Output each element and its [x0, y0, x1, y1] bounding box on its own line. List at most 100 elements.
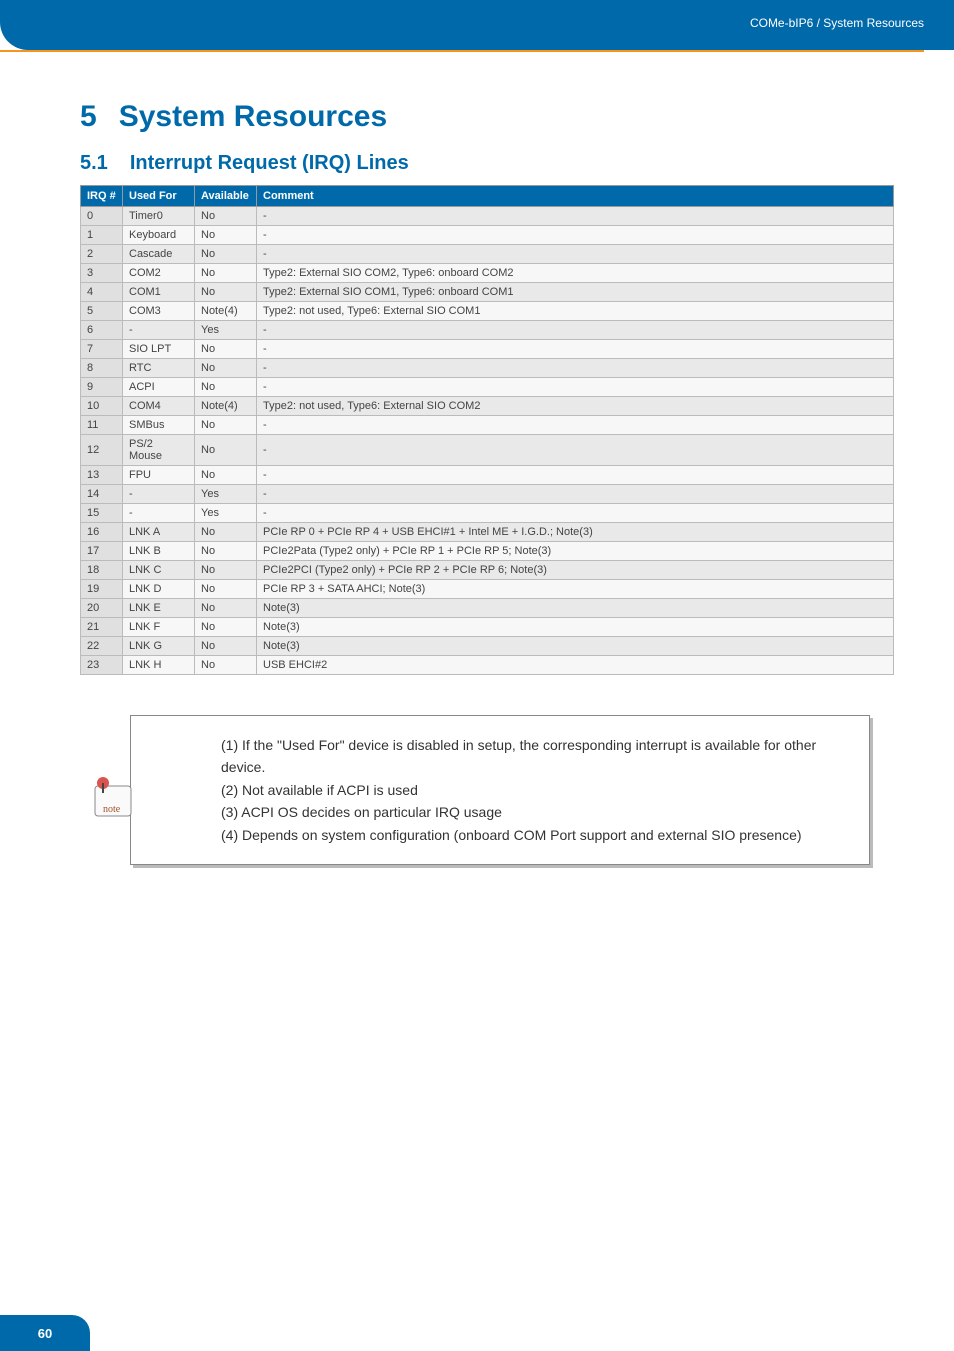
- table-row: 3COM2NoType2: External SIO COM2, Type6: …: [81, 264, 894, 283]
- cell-avail: No: [195, 523, 257, 542]
- cell-irq: 13: [81, 466, 123, 485]
- cell-comment: PCIe2Pata (Type2 only) + PCIe RP 1 + PCI…: [257, 542, 894, 561]
- cell-avail: No: [195, 656, 257, 675]
- table-row: 2CascadeNo-: [81, 245, 894, 264]
- table-row: 0Timer0No-: [81, 207, 894, 226]
- table-row: 6-Yes-: [81, 321, 894, 340]
- cell-used: Timer0: [123, 207, 195, 226]
- section-number: 5.1: [80, 152, 108, 174]
- cell-irq: 0: [81, 207, 123, 226]
- cell-comment: -: [257, 207, 894, 226]
- cell-irq: 1: [81, 226, 123, 245]
- cell-used: -: [123, 321, 195, 340]
- cell-avail: No: [195, 378, 257, 397]
- page-content: 5 System Resources 5.1 Interrupt Request (…: [0, 50, 954, 865]
- note-line-3: (3) ACPI OS decides on particular IRQ us…: [221, 801, 841, 823]
- cell-avail: Yes: [195, 504, 257, 523]
- cell-comment: -: [257, 226, 894, 245]
- col-comment: Comment: [257, 186, 894, 207]
- cell-used: LNK E: [123, 599, 195, 618]
- cell-used: LNK F: [123, 618, 195, 637]
- cell-comment: PCIe2PCI (Type2 only) + PCIe RP 2 + PCIe…: [257, 561, 894, 580]
- table-row: 19LNK DNoPCIe RP 3 + SATA AHCI; Note(3): [81, 580, 894, 599]
- cell-avail: Yes: [195, 321, 257, 340]
- table-row: 12PS/2 MouseNo-: [81, 435, 894, 466]
- cell-used: LNK G: [123, 637, 195, 656]
- cell-irq: 20: [81, 599, 123, 618]
- table-row: 4COM1NoType2: External SIO COM1, Type6: …: [81, 283, 894, 302]
- cell-comment: Note(3): [257, 637, 894, 656]
- table-row: 16LNK ANoPCIe RP 0 + PCIe RP 4 + USB EHC…: [81, 523, 894, 542]
- table-row: 18LNK CNoPCIe2PCI (Type2 only) + PCIe RP…: [81, 561, 894, 580]
- cell-used: -: [123, 504, 195, 523]
- chapter-number: 5: [80, 100, 97, 133]
- table-row: 11SMBusNo-: [81, 416, 894, 435]
- table-row: 14-Yes-: [81, 485, 894, 504]
- cell-irq: 8: [81, 359, 123, 378]
- cell-avail: No: [195, 580, 257, 599]
- cell-avail: No: [195, 283, 257, 302]
- header-bar: COMe-bIP6 / System Resources: [0, 0, 954, 50]
- cell-irq: 16: [81, 523, 123, 542]
- cell-used: LNK D: [123, 580, 195, 599]
- cell-avail: No: [195, 226, 257, 245]
- cell-used: SIO LPT: [123, 340, 195, 359]
- note-box: note (1) If the "Used For" device is dis…: [130, 715, 870, 865]
- table-row: 10COM4Note(4)Type2: not used, Type6: Ext…: [81, 397, 894, 416]
- col-irq: IRQ #: [81, 186, 123, 207]
- table-row: 8RTCNo-: [81, 359, 894, 378]
- table-row: 15-Yes-: [81, 504, 894, 523]
- irq-table: IRQ # Used For Available Comment 0Timer0…: [80, 185, 894, 675]
- chapter-title: System Resources: [119, 100, 387, 133]
- table-row: 5COM3Note(4)Type2: not used, Type6: Exte…: [81, 302, 894, 321]
- cell-irq: 4: [81, 283, 123, 302]
- cell-comment: -: [257, 466, 894, 485]
- cell-irq: 10: [81, 397, 123, 416]
- table-row: 7SIO LPTNo-: [81, 340, 894, 359]
- cell-comment: -: [257, 378, 894, 397]
- cell-comment: -: [257, 340, 894, 359]
- cell-used: COM2: [123, 264, 195, 283]
- cell-used: RTC: [123, 359, 195, 378]
- table-row: 13FPUNo-: [81, 466, 894, 485]
- cell-used: Keyboard: [123, 226, 195, 245]
- cell-comment: USB EHCI#2: [257, 656, 894, 675]
- cell-avail: No: [195, 245, 257, 264]
- cell-irq: 21: [81, 618, 123, 637]
- cell-avail: No: [195, 599, 257, 618]
- cell-irq: 11: [81, 416, 123, 435]
- cell-irq: 19: [81, 580, 123, 599]
- table-header-row: IRQ # Used For Available Comment: [81, 186, 894, 207]
- cell-comment: Type2: External SIO COM2, Type6: onboard…: [257, 264, 894, 283]
- cell-irq: 6: [81, 321, 123, 340]
- cell-comment: Type2: not used, Type6: External SIO COM…: [257, 397, 894, 416]
- cell-avail: No: [195, 207, 257, 226]
- cell-used: -: [123, 485, 195, 504]
- cell-comment: -: [257, 485, 894, 504]
- note-line-1: (1) If the "Used For" device is disabled…: [221, 734, 841, 779]
- table-row: 1KeyboardNo-: [81, 226, 894, 245]
- cell-avail: No: [195, 416, 257, 435]
- cell-comment: -: [257, 435, 894, 466]
- cell-avail: Yes: [195, 485, 257, 504]
- cell-avail: No: [195, 561, 257, 580]
- cell-comment: -: [257, 416, 894, 435]
- col-used-for: Used For: [123, 186, 195, 207]
- cell-avail: No: [195, 359, 257, 378]
- cell-used: LNK C: [123, 561, 195, 580]
- cell-comment: Type2: not used, Type6: External SIO COM…: [257, 302, 894, 321]
- cell-comment: -: [257, 321, 894, 340]
- section-title: Interrupt Request (IRQ) Lines: [130, 152, 409, 174]
- note-line-4: (4) Depends on system configuration (onb…: [221, 824, 841, 846]
- cell-irq: 14: [81, 485, 123, 504]
- table-row: 23LNK HNoUSB EHCI#2: [81, 656, 894, 675]
- cell-used: LNK H: [123, 656, 195, 675]
- cell-used: FPU: [123, 466, 195, 485]
- cell-irq: 22: [81, 637, 123, 656]
- table-row: 9ACPINo-: [81, 378, 894, 397]
- cell-avail: No: [195, 542, 257, 561]
- cell-used: ACPI: [123, 378, 195, 397]
- table-row: 17LNK BNoPCIe2Pata (Type2 only) + PCIe R…: [81, 542, 894, 561]
- table-row: 22LNK GNoNote(3): [81, 637, 894, 656]
- cell-used: SMBus: [123, 416, 195, 435]
